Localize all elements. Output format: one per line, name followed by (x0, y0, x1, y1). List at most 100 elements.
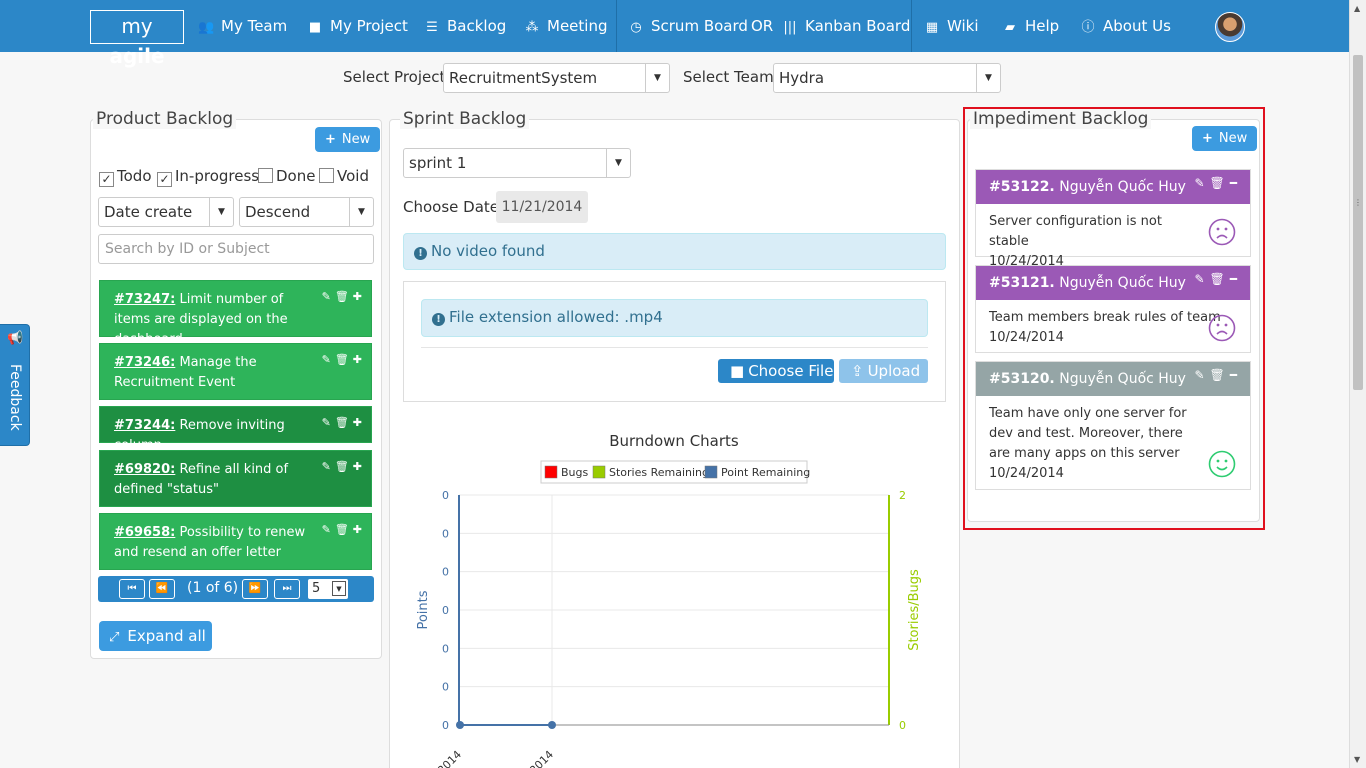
expand-label: Expand all (127, 627, 206, 645)
page-size-select[interactable]: 5 ▼ (308, 579, 348, 599)
edit-icon[interactable]: ✎ (322, 460, 335, 473)
plus-icon[interactable]: ✚ (353, 353, 366, 366)
nav-meeting[interactable]: ⁂ Meeting (524, 0, 608, 52)
y-tick-label: 0 (442, 489, 449, 502)
edit-icon[interactable]: ✎ (322, 290, 335, 303)
collapse-icon[interactable]: ━ (1230, 272, 1242, 286)
backlog-item-id[interactable]: #73246: (114, 355, 175, 370)
burndown-chart: Burndown Charts Bugs Stories Remaining Poin… (416, 432, 922, 768)
expand-all-button[interactable]: ⤢ Expand all (99, 621, 212, 651)
nav-about-us[interactable]: ⓘ About Us (1080, 0, 1170, 52)
plus-icon: + (1202, 131, 1213, 146)
last-page-icon[interactable]: ⏭ (274, 579, 300, 599)
backlog-item-id[interactable]: #73244: (114, 418, 175, 433)
plus-icon[interactable]: ✚ (353, 523, 366, 536)
next-page-icon[interactable]: ⏩ (242, 579, 268, 599)
nav-my-project[interactable]: ■ My Project (307, 0, 408, 52)
first-page-icon[interactable]: ⏮ (119, 579, 145, 599)
info-circle-icon: ! (432, 313, 445, 326)
filter-done-checkbox[interactable]: Done (258, 167, 315, 185)
backlog-item[interactable]: #69820: Refine all kind of defined "stat… (99, 450, 372, 507)
trash-icon[interactable]: 🗑 (335, 290, 353, 303)
sprint-select[interactable]: sprint 1 ▼ (403, 148, 631, 178)
feedback-tab[interactable]: 📢 Feedback (0, 324, 30, 446)
backlog-item[interactable]: #73247: Limit number of items are displa… (99, 280, 372, 347)
impediment-card[interactable]: #53121. Nguyễn Quốc Huy ✎🗑━ Team members… (975, 265, 1251, 353)
edit-icon[interactable]: ✎ (322, 523, 335, 536)
date-field[interactable]: 11/21/2014 (496, 191, 588, 223)
collapse-icon[interactable]: ━ (1230, 176, 1242, 190)
impediment-card-body: Team members break rules of team 10/24/2… (976, 300, 1250, 356)
impediment-card[interactable]: #53120. Nguyễn Quốc Huy ✎🗑━ Team have on… (975, 361, 1251, 490)
trash-icon[interactable]: 🗑 (1210, 272, 1230, 286)
edit-icon[interactable]: ✎ (322, 353, 335, 366)
edit-icon[interactable]: ✎ (1194, 272, 1209, 286)
brand-logo[interactable]: my agile (90, 10, 184, 68)
sort-field-select[interactable]: Date create ▼ (98, 197, 234, 227)
new-impediment-button[interactable]: + New (1192, 126, 1258, 151)
y-tick-label: 0 (442, 681, 449, 694)
trash-icon[interactable]: 🗑 (335, 416, 353, 429)
nav-my-team[interactable]: 👥 My Team (198, 0, 287, 52)
chevron-down-icon: ▼ (332, 581, 346, 596)
collapse-icon[interactable]: ━ (1230, 368, 1242, 382)
trash-icon[interactable]: 🗑 (335, 460, 353, 473)
trash-icon[interactable]: 🗑 (1210, 176, 1230, 190)
upload-button[interactable]: ⇪ Upload (839, 359, 928, 383)
nav-backlog[interactable]: ☰ Backlog (424, 0, 506, 52)
backlog-item-id[interactable]: #69820: (114, 462, 175, 477)
team-select[interactable]: Hydra ▼ (773, 63, 1001, 93)
y-tick-label: 0 (442, 604, 449, 617)
scroll-down-icon[interactable]: ▼ (1354, 755, 1360, 764)
impediment-id: #53122. (989, 179, 1055, 195)
edit-icon[interactable]: ✎ (1194, 176, 1209, 190)
filter-inprogress-checkbox[interactable]: ✓ In-progress (157, 167, 259, 187)
upload-label: Upload (867, 362, 921, 380)
chevron-down-icon: ▼ (976, 64, 1000, 92)
sort-field-value: Date create (104, 203, 193, 221)
plus-icon[interactable]: ✚ (353, 290, 366, 303)
y-tick-label: 0 (442, 719, 449, 732)
new-product-item-button[interactable]: + New (315, 127, 381, 152)
edit-icon[interactable]: ✎ (1194, 368, 1209, 382)
no-video-alert: ! No video found (403, 233, 946, 270)
filter-label: Todo (117, 167, 152, 185)
backlog-item[interactable]: #69658: Possibility to renew and resend … (99, 513, 372, 570)
impediment-card[interactable]: #53122. Nguyễn Quốc Huy ✎🗑━ Server confi… (975, 169, 1251, 269)
nav-wiki[interactable]: ▦ Wiki (924, 0, 979, 52)
divider (421, 347, 928, 348)
edit-icon[interactable]: ✎ (322, 416, 335, 429)
backlog-item[interactable]: #73244: Remove inviting column ✎🗑✚ (99, 406, 372, 453)
nav-help[interactable]: ▰ Help (1002, 0, 1059, 52)
file-extension-text: File extension allowed: .mp4 (449, 308, 663, 326)
scroll-up-icon[interactable]: ▲ (1354, 4, 1360, 13)
legend-label: Bugs (561, 466, 589, 479)
plus-icon[interactable]: ✚ (353, 460, 366, 473)
upload-icon: ⇪ (851, 362, 864, 380)
filter-label: In-progress (175, 167, 260, 185)
folder-icon: ■ (730, 362, 745, 380)
sad-face-icon (1208, 314, 1236, 342)
backlog-search-input[interactable]: Search by ID or Subject (98, 234, 374, 264)
project-select[interactable]: RecruitmentSystem ▼ (443, 63, 670, 93)
backlog-item-id[interactable]: #73247: (114, 292, 175, 307)
trash-icon[interactable]: 🗑 (335, 353, 353, 366)
trash-icon[interactable]: 🗑 (335, 523, 353, 536)
backlog-item[interactable]: #73246: Manage the Recruitment Event ✎🗑✚ (99, 343, 372, 400)
filter-todo-checkbox[interactable]: ✓ Todo (99, 167, 152, 187)
trash-icon[interactable]: 🗑 (1210, 368, 1230, 382)
choose-file-button[interactable]: ■ Choose File (718, 359, 834, 383)
user-avatar[interactable] (1215, 12, 1245, 42)
choose-file-label: Choose File (748, 362, 834, 380)
nav-kanban-board[interactable]: ||| Kanban Board (782, 0, 910, 52)
sort-order-select[interactable]: Descend ▼ (239, 197, 374, 227)
page-scrollbar[interactable]: ▲ ⋮ ▼ (1349, 0, 1366, 768)
scroll-thumb[interactable] (1353, 55, 1363, 390)
nav-scrum-board[interactable]: ◷ Scrum Board (628, 0, 748, 52)
backlog-item-id[interactable]: #69658: (114, 525, 175, 540)
prev-page-icon[interactable]: ⏪ (149, 579, 175, 599)
plus-icon[interactable]: ✚ (353, 416, 366, 429)
filter-void-checkbox[interactable]: Void (319, 167, 369, 185)
info-icon: ⓘ (1081, 20, 1095, 35)
y2-tick-label: 2 (899, 489, 906, 502)
